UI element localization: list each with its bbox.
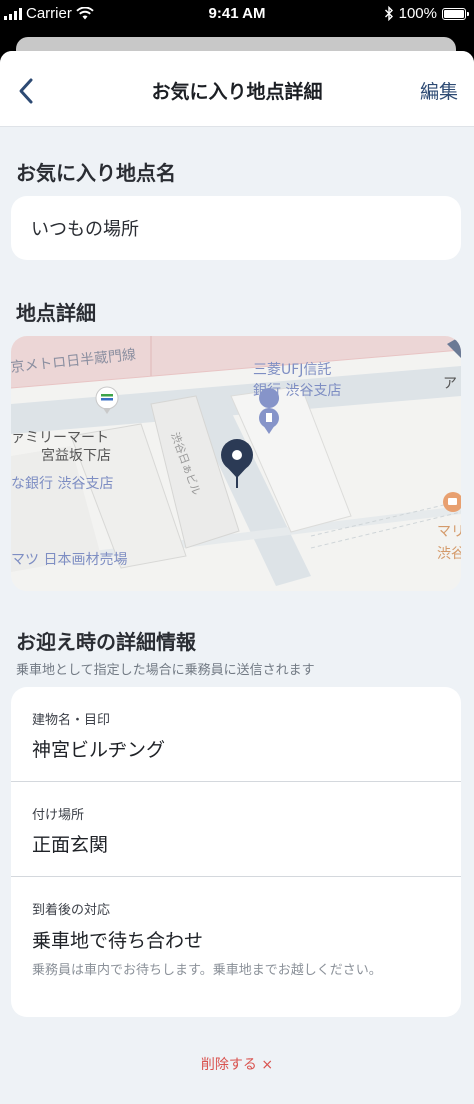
edit-button[interactable]: 編集 <box>420 77 458 104</box>
battery-percent: 100% <box>398 5 437 22</box>
location-map[interactable]: 京メトロ日半蔵門線 三菱UFJ信託 銀行 渋谷支店 ァミリーマート 宮益坂下店 … <box>11 336 461 591</box>
landmark-row[interactable]: 建物名・目印 神宮ビルヂング <box>11 687 461 781</box>
pickup-spot-row[interactable]: 付け場所 正面玄関 <box>11 782 461 876</box>
status-bar: Carrier 9:41 AM 100% <box>0 0 474 30</box>
page-title: お気に入り地点詳細 <box>151 81 323 103</box>
status-right: 100% <box>384 5 469 22</box>
arrival-action-label: 到着後の対応 <box>32 903 111 918</box>
arrival-action-row[interactable]: 到着後の対応 乗車地で待ち合わせ 乗務員は車内でお待ちします。乗車地までお越しく… <box>11 877 461 1017</box>
map-label-store2: 宮益坂下店 <box>41 448 111 464</box>
delete-button[interactable]: 削除する × <box>0 1054 474 1074</box>
map-label-bank-left: な銀行 渋谷支店 <box>11 476 113 492</box>
pickup-spot-value: 正面玄関 <box>32 834 109 856</box>
navigation-bar: お気に入り地点詳細 編集 <box>0 51 474 127</box>
pickup-spot-label: 付け場所 <box>32 808 85 823</box>
bluetooth-icon <box>384 6 393 21</box>
landmark-value: 神宮ビルヂング <box>32 739 166 761</box>
location-heading: 地点詳細 <box>16 301 96 325</box>
arrival-action-value: 乗車地で待ち合わせ <box>32 930 204 952</box>
map-label-bank-top1: 三菱UFJ信託 <box>253 362 331 378</box>
pickup-heading: お迎え時の詳細情報 <box>16 630 196 654</box>
landmark-label: 建物名・目印 <box>32 713 111 728</box>
map-label-cafe1: マリ <box>437 524 461 540</box>
map-label-cafe2: 渋谷 <box>437 546 461 562</box>
detail-sheet: お気に入り地点詳細 編集 お気に入り地点名 いつもの場所 地点詳細 京メトロ日半… <box>0 51 474 1104</box>
battery-icon <box>442 7 469 20</box>
pickup-info-card: 建物名・目印 神宮ビルヂング 付け場所 正面玄関 到着後の対応 乗車地で待ち合わ… <box>11 687 461 1017</box>
arrival-action-note: 乗務員は車内でお待ちします。乗車地までお越しください。 <box>32 963 382 978</box>
map-label-art: マツ 日本画材売場 <box>11 552 127 568</box>
favorite-name-heading: お気に入り地点名 <box>16 161 176 185</box>
map-label-right-edge: ア <box>443 376 457 392</box>
pickup-subtitle: 乗車地として指定した場合に乗務員に送信されます <box>16 663 315 678</box>
map-label-store1: ァミリーマート <box>11 430 109 446</box>
favorite-name-field[interactable]: いつもの場所 <box>11 196 461 260</box>
